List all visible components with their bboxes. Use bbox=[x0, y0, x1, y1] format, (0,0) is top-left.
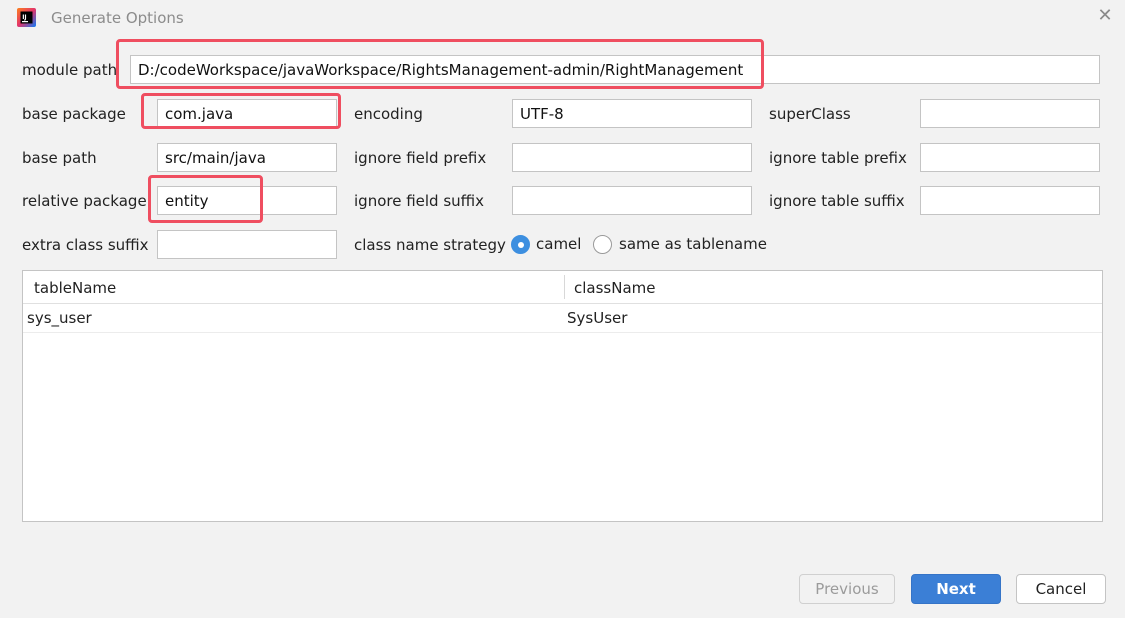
ignore-field-suffix-input[interactable] bbox=[512, 186, 752, 215]
base-package-label: base package bbox=[22, 105, 126, 123]
ignore-field-suffix-label: ignore field suffix bbox=[354, 192, 485, 210]
encoding-input[interactable] bbox=[512, 99, 752, 128]
column-divider[interactable] bbox=[564, 275, 565, 299]
superclass-input[interactable] bbox=[920, 99, 1100, 128]
relative-package-label: relative package bbox=[22, 192, 147, 210]
radio-option-same-as-tablename[interactable]: same as tablename bbox=[593, 235, 767, 255]
cancel-button[interactable]: Cancel bbox=[1016, 574, 1106, 604]
radio-same-as-tablename-label: same as tablename bbox=[619, 235, 767, 253]
superclass-label: superClass bbox=[769, 105, 851, 123]
base-path-label: base path bbox=[22, 149, 97, 167]
next-button[interactable]: Next bbox=[911, 574, 1001, 604]
class-name-strategy-label: class name strategy bbox=[354, 236, 506, 254]
relative-package-input[interactable] bbox=[157, 186, 337, 215]
module-path-input[interactable] bbox=[130, 55, 1100, 84]
radio-option-camel[interactable]: camel bbox=[511, 235, 591, 255]
radio-same-as-tablename-unselected[interactable] bbox=[593, 235, 612, 254]
title-bar: IJ Generate Options ✕ bbox=[0, 0, 1125, 36]
ignore-table-suffix-input[interactable] bbox=[920, 186, 1100, 215]
previous-button[interactable]: Previous bbox=[799, 574, 895, 604]
encoding-label: encoding bbox=[354, 105, 423, 123]
intellij-idea-icon: IJ bbox=[17, 8, 36, 27]
svg-text:IJ: IJ bbox=[22, 14, 26, 21]
table-header: tableName className bbox=[23, 271, 1102, 304]
extra-class-suffix-label: extra class suffix bbox=[22, 236, 149, 254]
column-header-classname[interactable]: className bbox=[574, 279, 656, 297]
table-row[interactable]: sys_user SysUser bbox=[23, 304, 1102, 333]
table-mapping[interactable]: tableName className sys_user SysUser bbox=[22, 270, 1103, 522]
extra-class-suffix-input[interactable] bbox=[157, 230, 337, 259]
ignore-field-prefix-label: ignore field prefix bbox=[354, 149, 487, 167]
ignore-field-prefix-input[interactable] bbox=[512, 143, 752, 172]
column-header-tablename[interactable]: tableName bbox=[34, 279, 116, 297]
cell-tablename[interactable]: sys_user bbox=[27, 309, 92, 327]
radio-camel-selected[interactable] bbox=[511, 235, 530, 254]
cell-classname[interactable]: SysUser bbox=[567, 309, 627, 327]
close-icon[interactable]: ✕ bbox=[1095, 6, 1115, 26]
dialog-title: Generate Options bbox=[51, 9, 184, 27]
base-package-input[interactable] bbox=[157, 99, 337, 128]
module-path-label: module path bbox=[22, 61, 118, 79]
ignore-table-prefix-label: ignore table prefix bbox=[769, 149, 907, 167]
ignore-table-suffix-label: ignore table suffix bbox=[769, 192, 905, 210]
radio-camel-label: camel bbox=[536, 235, 582, 253]
ignore-table-prefix-input[interactable] bbox=[920, 143, 1100, 172]
base-path-input[interactable] bbox=[157, 143, 337, 172]
